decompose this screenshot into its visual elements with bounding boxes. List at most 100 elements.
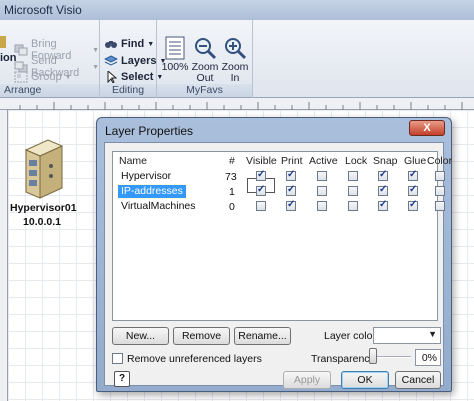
zoom-100-label: 100% xyxy=(161,61,189,73)
col-print: Print xyxy=(281,155,303,167)
chevron-down-icon: ▼ xyxy=(92,63,99,71)
layer-count: 73 xyxy=(225,171,237,183)
close-button[interactable]: X xyxy=(409,120,445,136)
layer-count: 0 xyxy=(229,201,235,213)
table-row[interactable]: Hypervisor 73 xyxy=(113,169,445,184)
active-checkbox[interactable] xyxy=(317,201,327,211)
visible-checkbox[interactable] xyxy=(256,184,266,196)
ribbon-group-myfavs: 100% Zoom Out Zoom In MyFavs xyxy=(157,20,253,98)
slider-thumb[interactable] xyxy=(369,348,377,364)
print-checkbox[interactable] xyxy=(286,199,296,211)
col-active: Active xyxy=(309,155,338,167)
help-icon: ? xyxy=(118,373,126,384)
remove-unreferenced-checkbox[interactable] xyxy=(112,353,123,364)
table-row[interactable]: VirtualMachines 0 xyxy=(113,199,445,214)
snap-checkbox[interactable] xyxy=(378,199,388,211)
zoom-in-icon xyxy=(223,36,247,60)
remove-unreferenced-label: Remove unreferenced layers xyxy=(127,353,262,365)
transparency-slider[interactable] xyxy=(369,348,411,365)
group-icon xyxy=(14,71,28,83)
chevron-down-icon: ▼ xyxy=(64,73,72,81)
find-button[interactable]: Find ▼ xyxy=(104,38,154,50)
zoom-in-label-2: In xyxy=(230,72,240,84)
layer-name: IP-addresses xyxy=(117,184,187,199)
snap-checkbox[interactable] xyxy=(378,169,388,181)
lock-checkbox[interactable] xyxy=(348,201,358,211)
layer-color-select[interactable]: ▼ xyxy=(373,327,441,344)
color-checkbox[interactable] xyxy=(435,186,445,196)
layer-name: Hypervisor xyxy=(121,170,172,182)
dialog-body: Name # Visible Print Active Lock Snap Gl… xyxy=(104,142,452,389)
visible-checkbox[interactable] xyxy=(256,201,266,211)
col-snap: Snap xyxy=(373,155,398,167)
group-label: Group xyxy=(31,71,62,83)
chevron-down-icon: ▼ xyxy=(147,40,155,48)
transparency-label: Transparency: xyxy=(311,353,378,365)
apply-button[interactable]: Apply xyxy=(283,371,331,389)
glue-checkbox[interactable] xyxy=(408,169,418,181)
group-button[interactable]: Group ▼ xyxy=(14,71,72,83)
active-checkbox[interactable] xyxy=(317,186,327,196)
ribbon: ion Bring Forward ▼ Send Backward ▼ Grou… xyxy=(0,20,474,98)
cancel-button[interactable]: Cancel xyxy=(395,371,441,389)
table-row[interactable]: IP-addresses 1 xyxy=(113,184,445,199)
ruler-vertical xyxy=(0,110,8,401)
server-name: Hypervisor01 xyxy=(10,202,77,214)
color-checkbox[interactable] xyxy=(435,201,445,211)
close-icon: X xyxy=(423,122,431,134)
ruler-ticks xyxy=(19,102,463,110)
layers-icon xyxy=(103,55,119,67)
cursor-icon xyxy=(104,69,118,84)
col-lock: Lock xyxy=(345,155,368,167)
dialog-title: Layer Properties xyxy=(105,124,194,138)
zoom-in-button[interactable]: Zoom In xyxy=(219,36,251,84)
color-checkbox[interactable] xyxy=(435,171,445,181)
server-ip: 10.0.0.1 xyxy=(23,216,61,228)
col-count: # xyxy=(229,155,235,167)
layer-name: VirtualMachines xyxy=(121,200,196,212)
chevron-down-icon: ▼ xyxy=(428,329,437,339)
layer-count: 1 xyxy=(229,186,235,198)
col-color-label: Color xyxy=(427,155,453,167)
transparency-value[interactable]: 0% xyxy=(415,349,441,366)
glue-checkbox[interactable] xyxy=(408,199,418,211)
ribbon-group-arrange: ion Bring Forward ▼ Send Backward ▼ Grou… xyxy=(0,20,100,98)
print-checkbox[interactable] xyxy=(286,184,296,196)
new-button[interactable]: New... xyxy=(112,327,169,345)
active-checkbox[interactable] xyxy=(317,171,327,181)
lock-checkbox[interactable] xyxy=(348,186,358,196)
col-name: Name xyxy=(119,155,148,167)
col-visible: Visible xyxy=(246,155,277,167)
layer-properties-dialog: Layer Properties X Name # Visible Print … xyxy=(96,117,452,392)
group-label-arrange: Arrange xyxy=(0,84,99,97)
server-shape[interactable] xyxy=(18,138,68,200)
rename-button[interactable]: Rename... xyxy=(234,327,291,345)
zoom-out-icon xyxy=(193,36,217,60)
select-label: Select xyxy=(121,71,154,83)
server-icon xyxy=(24,139,64,199)
select-button[interactable]: Select ▼ xyxy=(104,69,163,84)
print-checkbox[interactable] xyxy=(286,169,296,181)
partial-icon xyxy=(0,36,6,48)
help-button[interactable]: ? xyxy=(114,371,130,387)
ribbon-group-editing: Find ▼ Layers ▼ Select ▼ Editing xyxy=(100,20,166,98)
ruler-horizontal xyxy=(0,98,474,110)
lock-checkbox[interactable] xyxy=(348,171,358,181)
col-glue: Glue xyxy=(404,155,427,167)
snap-checkbox[interactable] xyxy=(378,184,388,196)
app-titlebar: Microsoft Visio xyxy=(0,0,474,20)
zoom-out-label-2: Out xyxy=(196,72,214,84)
zoom-100-button[interactable]: 100% xyxy=(159,36,191,73)
visible-checkbox[interactable] xyxy=(256,169,266,181)
group-label-myfavs: MyFavs xyxy=(157,84,252,97)
layer-color-label: Layer color: xyxy=(324,330,379,342)
group-label-editing: Editing xyxy=(100,84,156,97)
find-label: Find xyxy=(121,38,145,50)
layers-list[interactable]: Name # Visible Print Active Lock Snap Gl… xyxy=(112,151,452,321)
remove-button[interactable]: Remove xyxy=(173,327,230,345)
page-icon xyxy=(163,36,187,60)
ok-button[interactable]: OK xyxy=(341,371,389,389)
glue-checkbox[interactable] xyxy=(408,184,418,196)
zoom-out-button[interactable]: Zoom Out xyxy=(189,36,221,84)
chevron-down-icon: ▼ xyxy=(92,46,99,54)
